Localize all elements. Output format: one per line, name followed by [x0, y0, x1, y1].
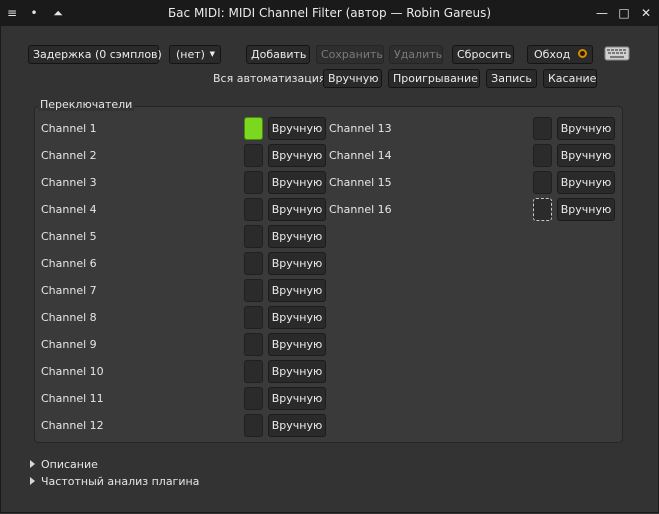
channel-toggle[interactable]	[244, 360, 263, 383]
channel-toggle[interactable]	[244, 171, 263, 194]
channel-automation-mode-button[interactable]: Вручную	[268, 306, 326, 329]
channel-toggle[interactable]	[244, 387, 263, 410]
latency-button[interactable]: Задержка (0 сэмплов)	[28, 45, 162, 64]
all-automation-label: Вся автоматизация	[213, 72, 326, 85]
preset-value: (нет)	[176, 48, 205, 61]
channel-toggle[interactable]	[244, 279, 263, 302]
channel-automation-mode-button[interactable]: Вручную	[557, 117, 615, 140]
channel-automation-mode-button[interactable]: Вручную	[268, 333, 326, 356]
channel-toggle[interactable]	[244, 117, 263, 140]
minimize-icon[interactable]: —	[594, 5, 610, 21]
channel-toggle[interactable]	[244, 414, 263, 437]
reset-button[interactable]: Сбросить	[452, 45, 514, 64]
channel-automation-mode-button[interactable]: Вручную	[268, 252, 326, 275]
channel-label: Channel 5	[41, 230, 97, 243]
title-bar: ≡ • ⏶ Бас MIDI: MIDI Channel Filter (авт…	[0, 0, 659, 26]
channel-automation-mode-button[interactable]: Вручную	[268, 117, 326, 140]
keyboard-icon[interactable]	[603, 46, 631, 62]
save-preset-button[interactable]: Сохранить	[316, 45, 384, 64]
channel-label: Channel 10	[41, 365, 104, 378]
channel-toggle[interactable]	[244, 225, 263, 248]
channel-label: Channel 8	[41, 311, 97, 324]
channel-label: Channel 1	[41, 122, 97, 135]
bypass-button[interactable]: Обход	[527, 45, 593, 64]
channel-automation-mode-button[interactable]: Вручную	[268, 171, 326, 194]
automation-write-button[interactable]: Запись	[486, 69, 537, 88]
channel-toggle[interactable]	[244, 252, 263, 275]
channel-toggle[interactable]	[533, 144, 552, 167]
channel-label: Channel 4	[41, 203, 97, 216]
expand-triangle-icon	[30, 460, 35, 468]
channel-automation-mode-button[interactable]: Вручную	[268, 279, 326, 302]
expand-triangle-icon	[30, 477, 35, 485]
channel-label: Channel 16	[329, 203, 392, 216]
channel-label: Channel 7	[41, 284, 97, 297]
channel-label: Channel 3	[41, 176, 97, 189]
add-preset-button[interactable]: Добавить	[246, 45, 310, 64]
channel-automation-mode-button[interactable]: Вручную	[268, 360, 326, 383]
channel-toggle[interactable]	[533, 198, 552, 221]
channel-label: Channel 14	[329, 149, 392, 162]
bypass-label: Обход	[534, 48, 571, 61]
description-label: Описание	[41, 458, 98, 471]
channel-toggle[interactable]	[244, 198, 263, 221]
channel-label: Channel 2	[41, 149, 97, 162]
maximize-icon[interactable]: □	[616, 5, 632, 21]
channel-label: Channel 13	[329, 122, 392, 135]
channel-toggle[interactable]	[533, 117, 552, 140]
channel-automation-mode-button[interactable]: Вручную	[268, 414, 326, 437]
channel-automation-mode-button[interactable]: Вручную	[268, 387, 326, 410]
channel-toggle[interactable]	[244, 333, 263, 356]
preset-select[interactable]: (нет) ▼	[169, 45, 221, 64]
automation-play-button[interactable]: Проигрывание	[388, 69, 480, 88]
description-expander[interactable]: Описание	[30, 458, 98, 471]
plugin-analysis-expander[interactable]: Частотный анализ плагина	[30, 475, 199, 488]
channel-automation-mode-button[interactable]: Вручную	[557, 171, 615, 194]
channel-toggle[interactable]	[244, 306, 263, 329]
channel-label: Channel 11	[41, 392, 104, 405]
channel-toggle[interactable]	[533, 171, 552, 194]
automation-manual-button[interactable]: Вручную	[323, 69, 382, 88]
plugin-analysis-label: Частотный анализ плагина	[41, 475, 200, 488]
channel-label: Channel 15	[329, 176, 392, 189]
channel-automation-mode-button[interactable]: Вручную	[557, 198, 615, 221]
switches-title: Переключатели	[38, 98, 135, 111]
window-title: Бас MIDI: MIDI Channel Filter (автор — R…	[167, 6, 492, 20]
delete-preset-button[interactable]: Удалить	[389, 45, 443, 64]
dropdown-arrow-icon: ▼	[209, 50, 215, 58]
bypass-led-icon	[578, 49, 587, 58]
channel-toggle[interactable]	[244, 144, 263, 167]
channel-automation-mode-button[interactable]: Вручную	[557, 144, 615, 167]
channel-label: Channel 9	[41, 338, 97, 351]
channel-automation-mode-button[interactable]: Вручную	[268, 144, 326, 167]
close-icon[interactable]: ✕	[638, 5, 654, 21]
channel-label: Channel 12	[41, 419, 104, 432]
channel-automation-mode-button[interactable]: Вручную	[268, 198, 326, 221]
channel-label: Channel 6	[41, 257, 97, 270]
channel-automation-mode-button[interactable]: Вручную	[268, 225, 326, 248]
automation-touch-button[interactable]: Касание	[543, 69, 597, 88]
